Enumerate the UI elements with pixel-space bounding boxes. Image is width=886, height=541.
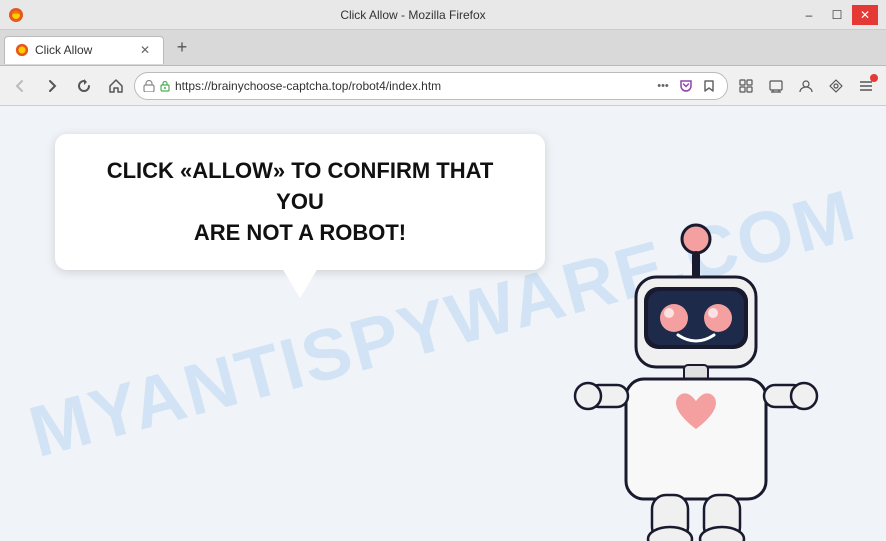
- page-content: MYANTISPYWARE.COM CLICK «ALLOW» TO CONFI…: [0, 106, 886, 541]
- home-button[interactable]: [102, 72, 130, 100]
- robot-svg: [556, 211, 836, 541]
- bookmarks-library-button[interactable]: [732, 72, 760, 100]
- synced-tabs-icon: [768, 78, 784, 94]
- back-button[interactable]: [6, 72, 34, 100]
- back-icon: [12, 78, 28, 94]
- title-bar: Click Allow - Mozilla Firefox – ☐ ✕: [0, 0, 886, 30]
- maximize-button[interactable]: ☐: [824, 5, 850, 25]
- captcha-line-2: ARE NOT A ROBOT!: [194, 220, 406, 245]
- firefox-icon: [8, 7, 24, 23]
- account-icon: [798, 78, 814, 94]
- more-options-button[interactable]: •••: [653, 76, 673, 96]
- forward-icon: [44, 78, 60, 94]
- captcha-line-1: CLICK «ALLOW» TO CONFIRM THAT YOU: [107, 158, 494, 214]
- tab-bar: Click Allow ✕ +: [0, 30, 886, 66]
- captcha-speech-bubble: CLICK «ALLOW» TO CONFIRM THAT YOU ARE NO…: [55, 134, 545, 270]
- pocket-button[interactable]: [676, 76, 696, 96]
- browser-tab[interactable]: Click Allow ✕: [4, 36, 164, 64]
- bookmarks-library-icon: [738, 78, 754, 94]
- close-button[interactable]: ✕: [852, 5, 878, 25]
- minimize-button[interactable]: –: [796, 5, 822, 25]
- reload-button[interactable]: [70, 72, 98, 100]
- captcha-message: CLICK «ALLOW» TO CONFIRM THAT YOU ARE NO…: [83, 156, 517, 248]
- notification-badge: [870, 74, 878, 82]
- address-actions: •••: [653, 76, 719, 96]
- reload-icon: [76, 78, 92, 94]
- synced-tabs-button[interactable]: [762, 72, 790, 100]
- notifications-wrapper: [852, 72, 880, 100]
- window-title: Click Allow - Mozilla Firefox: [30, 8, 796, 22]
- window-controls: – ☐ ✕: [796, 5, 878, 25]
- lock-icon: [159, 80, 171, 92]
- account-button[interactable]: [792, 72, 820, 100]
- security-icon: [143, 80, 155, 92]
- address-bar[interactable]: •••: [134, 72, 728, 100]
- pocket-icon: [679, 79, 693, 93]
- new-tab-button[interactable]: +: [168, 34, 196, 62]
- forward-button[interactable]: [38, 72, 66, 100]
- url-input[interactable]: [175, 79, 649, 93]
- tab-close-button[interactable]: ✕: [137, 42, 153, 58]
- robot-illustration: [556, 211, 836, 541]
- extensions-icon: [828, 78, 844, 94]
- tab-title: Click Allow: [35, 43, 131, 57]
- extensions-button[interactable]: [822, 72, 850, 100]
- toolbar-right: [732, 72, 880, 100]
- bookmark-icon: [702, 79, 716, 93]
- home-icon: [108, 78, 124, 94]
- bookmark-button[interactable]: [699, 76, 719, 96]
- tab-favicon: [15, 43, 29, 57]
- browser-toolbar: •••: [0, 66, 886, 106]
